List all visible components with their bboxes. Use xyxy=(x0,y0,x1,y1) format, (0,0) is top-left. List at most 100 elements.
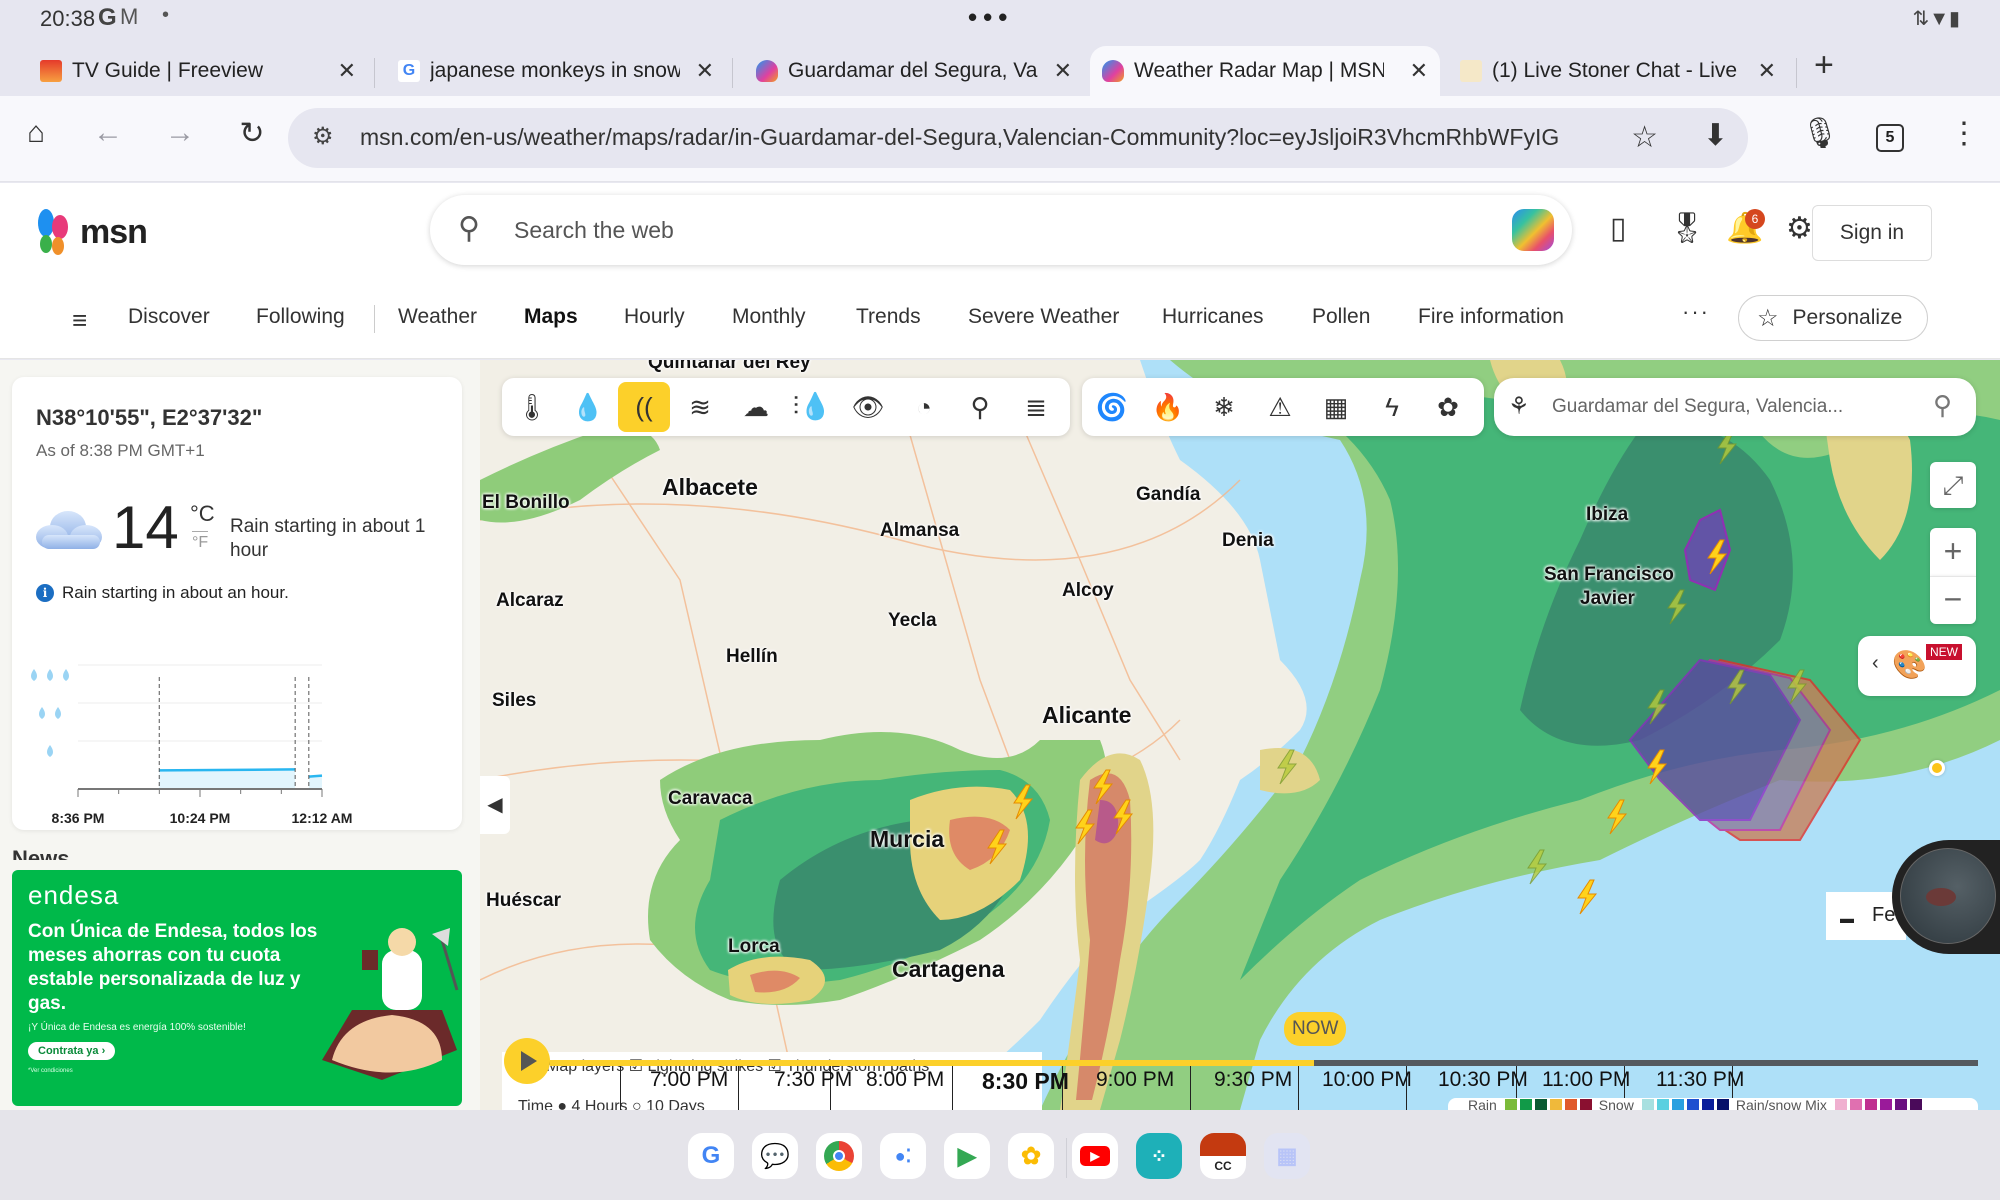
forward-icon[interactable]: → xyxy=(158,116,202,150)
tab-live-stoner-chat[interactable]: (1) Live Stoner Chat - Live S ✕ xyxy=(1448,46,1788,96)
rewards-medal-icon[interactable]: 🎖 xyxy=(1668,211,1706,246)
msn-logo[interactable]: msn xyxy=(36,209,148,255)
search-placeholder[interactable]: Search the web xyxy=(514,217,674,244)
tab-guardamar[interactable]: Guardamar del Segura, Val ✕ xyxy=(744,46,1084,96)
ad-cta-button[interactable]: Contrata ya › xyxy=(28,1042,116,1060)
personalize-button[interactable]: ☆ Personalize xyxy=(1738,295,1928,341)
timeline-tick[interactable]: 8:00 PM xyxy=(866,1068,944,1092)
tab-google-search[interactable]: G japanese monkeys in snow ✕ xyxy=(386,46,726,96)
layer-dew-point-button[interactable]: ⚲ xyxy=(954,382,1006,432)
layer-visibility-button[interactable]: 👁 xyxy=(842,382,894,432)
photos-app-icon[interactable]: ✿ xyxy=(1008,1133,1054,1179)
more-nav-icon[interactable]: ··· xyxy=(1682,299,1710,325)
timeline-tick[interactable]: 7:30 PM xyxy=(774,1068,852,1092)
timeline-tick[interactable]: 10:30 PM xyxy=(1438,1068,1528,1092)
nav-maps[interactable]: Maps xyxy=(524,305,578,329)
nav-hourly[interactable]: Hourly xyxy=(624,305,685,329)
timeline-tick[interactable]: 9:30 PM xyxy=(1214,1068,1292,1092)
layer-air-quality-button[interactable]: ≣ xyxy=(1010,382,1062,432)
layer-clouds-button[interactable]: ☁ xyxy=(730,382,782,432)
layer-pressure-button[interactable]: ◔ xyxy=(898,382,950,432)
timeline-tick[interactable]: 8:30 PM xyxy=(982,1068,1069,1095)
nav-following[interactable]: Following xyxy=(256,305,345,329)
site-settings-icon[interactable]: ⚙ xyxy=(312,122,334,151)
play-button[interactable] xyxy=(504,1038,550,1084)
nav-severe-weather[interactable]: Severe Weather xyxy=(968,305,1119,329)
chrome-app-icon[interactable] xyxy=(816,1133,862,1179)
mobile-app-icon[interactable]: ▯ xyxy=(1610,211,1627,246)
tab-weather-radar[interactable]: Weather Radar Map | MSN ✕ xyxy=(1090,46,1440,96)
camera-cc-app-icon[interactable]: CC xyxy=(1200,1133,1246,1179)
web-search-box[interactable]: ⚲ Search the web xyxy=(430,195,1572,265)
zoom-out-button[interactable]: − xyxy=(1930,576,1976,624)
youtube-app-icon[interactable]: ▶ xyxy=(1072,1133,1118,1179)
assistant-app-icon[interactable]: ●⁚ xyxy=(880,1133,926,1179)
timeline-tick[interactable]: 7:00 PM xyxy=(650,1068,728,1092)
download-icon[interactable]: ⬇ xyxy=(1703,118,1728,153)
weather-radar-map[interactable]: Quintanar del Rey Albacete El Bonillo Al… xyxy=(480,360,2000,1110)
reload-icon[interactable]: ↻ xyxy=(230,116,274,151)
back-icon[interactable]: ← xyxy=(86,116,130,150)
sign-in-button[interactable]: Sign in xyxy=(1812,205,1932,261)
floating-chat-bubble[interactable] xyxy=(1892,840,2000,954)
timeline-scrubber[interactable] xyxy=(550,1060,1978,1066)
layer-pollen-button[interactable]: ✿ xyxy=(1422,382,1474,432)
nav-hurricanes[interactable]: Hurricanes xyxy=(1162,305,1264,329)
fitbit-app-icon[interactable]: ⁘ xyxy=(1136,1133,1182,1179)
app-drawer-icon[interactable]: ▦ xyxy=(1264,1133,1310,1179)
close-tab-icon[interactable]: ✕ xyxy=(1054,58,1072,84)
layer-wildfire-button[interactable]: 🔥 xyxy=(1142,382,1194,432)
overflow-menu-icon[interactable]: ⋮ xyxy=(1942,116,1986,151)
nav-trends[interactable]: Trends xyxy=(856,305,921,329)
map-style-button[interactable]: ‹ 🎨 NEW xyxy=(1858,636,1976,696)
tab-switcher-button[interactable]: 5 xyxy=(1876,124,1904,152)
play-store-app-icon[interactable]: ▶ xyxy=(944,1133,990,1179)
layer-lightning-button[interactable]: ϟ xyxy=(1366,382,1418,432)
close-tab-icon[interactable]: ✕ xyxy=(1410,58,1428,84)
endesa-advertisement[interactable]: endesa Con Única de Endesa, todos los me… xyxy=(12,870,462,1106)
nav-fire-information[interactable]: Fire information xyxy=(1418,305,1564,329)
timeline-tick[interactable]: 10:00 PM xyxy=(1322,1068,1412,1092)
radar-map-canvas[interactable] xyxy=(480,360,2000,1110)
home-icon[interactable]: ⌂ xyxy=(14,116,58,150)
collapse-panel-button[interactable]: ◀ xyxy=(480,776,510,834)
unit-celsius-toggle[interactable]: °C xyxy=(190,501,215,527)
unit-fahrenheit-toggle[interactable]: °F xyxy=(192,531,209,552)
nav-discover[interactable]: Discover xyxy=(128,305,210,329)
layer-winter-button[interactable]: ❄ xyxy=(1198,382,1250,432)
zoom-in-button[interactable]: + xyxy=(1930,528,1976,576)
nav-pollen[interactable]: Pollen xyxy=(1312,305,1370,329)
address-bar[interactable]: ⚙ msn.com/en-us/weather/maps/radar/in-Gu… xyxy=(288,108,1748,168)
layer-wind-button[interactable]: ≋ xyxy=(674,382,726,432)
timeline-tick[interactable]: 9:00 PM xyxy=(1096,1068,1174,1092)
map-location-search[interactable]: ⚘ Guardamar del Segura, Valencia... ⚲ xyxy=(1494,378,1976,436)
fullscreen-expand-button[interactable]: ⤢ xyxy=(1930,462,1976,508)
nav-weather[interactable]: Weather xyxy=(398,305,477,329)
layer-humidity-button[interactable]: ⫶💧 xyxy=(786,382,838,432)
new-tab-button[interactable]: + xyxy=(1814,46,1834,85)
hamburger-menu-icon[interactable]: ≡ xyxy=(72,305,87,336)
settings-gear-icon[interactable]: ⚙ xyxy=(1786,211,1813,246)
map-search-value[interactable]: Guardamar del Segura, Valencia... xyxy=(1552,396,1843,418)
plant-icon[interactable]: ⚘ xyxy=(1508,392,1530,421)
nav-monthly[interactable]: Monthly xyxy=(732,305,806,329)
microphone-icon[interactable]: 🎙 xyxy=(1798,116,1842,151)
google-app-icon[interactable]: G xyxy=(688,1133,734,1179)
timeline-tick[interactable]: 11:30 PM xyxy=(1656,1068,1744,1092)
tab-freeview[interactable]: TV Guide | Freeview ✕ xyxy=(28,46,368,96)
layer-urban-heat-button[interactable]: ▦ xyxy=(1310,382,1362,432)
window-menu-icon[interactable]: ••• xyxy=(968,2,1013,33)
bookmark-star-icon[interactable]: ☆ xyxy=(1631,120,1658,155)
search-icon[interactable]: ⚲ xyxy=(1933,390,1952,421)
layer-severe-alert-button[interactable]: ⚠ xyxy=(1254,382,1306,432)
time-range-options[interactable]: Time ● 4 Hours ○ 10 Days xyxy=(518,1098,705,1110)
url-text[interactable]: msn.com/en-us/weather/maps/radar/in-Guar… xyxy=(360,124,1559,151)
timeline-tick[interactable]: 11:00 PM xyxy=(1542,1068,1630,1092)
close-tab-icon[interactable]: ✕ xyxy=(696,58,714,84)
copilot-icon[interactable] xyxy=(1512,209,1554,251)
layer-hurricane-button[interactable]: 🌀 xyxy=(1086,382,1138,432)
layer-precipitation-button[interactable]: 💧 xyxy=(562,382,614,432)
messages-app-icon[interactable]: 💬 xyxy=(752,1133,798,1179)
layer-radar-button[interactable]: (( xyxy=(618,382,670,432)
layer-temperature-button[interactable]: 🌡 xyxy=(506,382,558,432)
